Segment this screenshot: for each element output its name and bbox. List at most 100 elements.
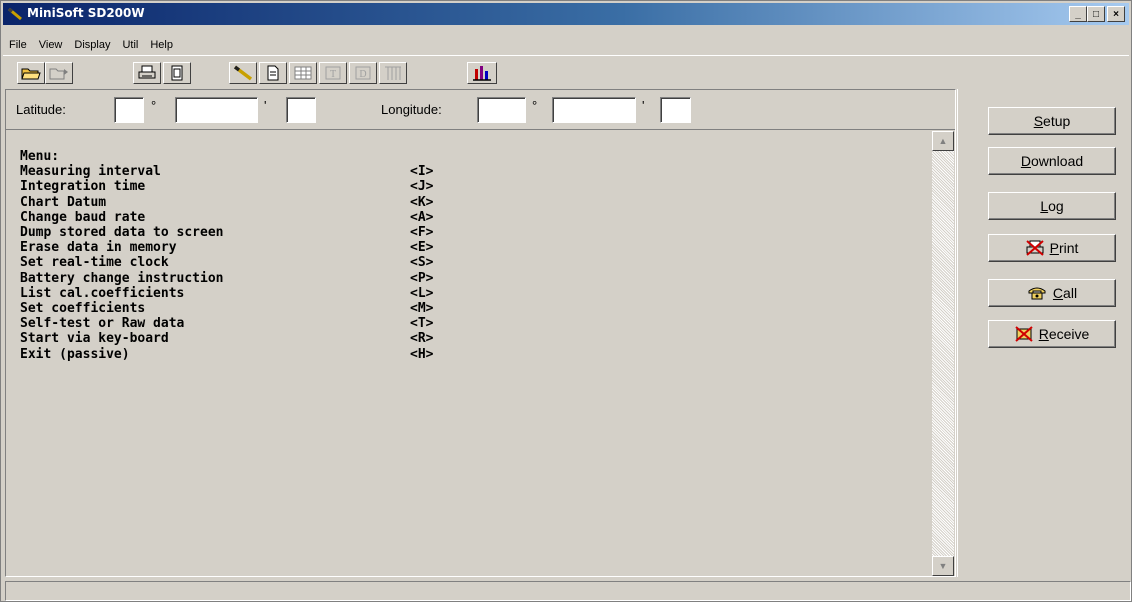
page-icon <box>171 65 183 81</box>
console-menu-line: Dump stored data to screen <F> <box>20 225 932 240</box>
longitude-degrees-input[interactable] <box>477 97 526 123</box>
minimize-button[interactable]: _ <box>1069 6 1087 22</box>
table-button[interactable] <box>289 62 317 84</box>
svg-text:D: D <box>359 69 366 80</box>
maximize-button[interactable]: □ <box>1087 6 1105 22</box>
menu-option-label: Battery change instruction <box>20 270 224 286</box>
console-menu-line: Exit (passive) <H> <box>20 347 932 362</box>
menu-option-key: <T> <box>410 316 434 332</box>
console-menu-line: Self-test or Raw data <T> <box>20 316 932 331</box>
close-button[interactable]: × <box>1107 6 1125 22</box>
download-button[interactable]: Download <box>988 147 1116 175</box>
open-file-icon <box>49 68 68 80</box>
d-button[interactable]: D <box>349 62 377 84</box>
longitude-minute-symbol: ' <box>642 98 645 113</box>
menu-option-key: <K> <box>410 194 434 210</box>
grid-button[interactable] <box>379 62 407 84</box>
d-icon: D <box>355 66 371 80</box>
document-icon <box>267 65 279 81</box>
longitude-minutes-input[interactable] <box>552 97 636 123</box>
menu-option-key: <E> <box>410 240 434 256</box>
menu-option-label: Exit (passive) <box>20 346 130 362</box>
console-menu-line: Start via key-board <R> <box>20 331 932 346</box>
menu-option-label: Erase data in memory <box>20 240 177 256</box>
console-menu-line: Chart Datum <K> <box>20 195 932 210</box>
main-panel: Latitude: ° ' Longitude: ° ' Menu: Measur… <box>5 89 956 577</box>
menu-util[interactable]: Util <box>116 35 144 55</box>
open-file-button[interactable] <box>45 62 73 84</box>
menu-option-key: <L> <box>410 285 434 301</box>
terminal-output[interactable]: Menu: Measuring interval <I> Integration ti… <box>6 131 932 576</box>
menu-option-key: <I> <box>410 164 434 180</box>
menu-option-key: <S> <box>410 255 434 271</box>
printer-icon <box>138 65 156 79</box>
print-toolbar-button[interactable] <box>133 62 161 84</box>
menu-option-label: Start via key-board <box>20 331 169 347</box>
latitude-seconds-input[interactable] <box>286 97 316 123</box>
log-button[interactable]: Log <box>988 192 1116 220</box>
receive-button[interactable]: Receive <box>988 320 1116 348</box>
svg-text:T: T <box>330 69 336 80</box>
scroll-down-button[interactable]: ▼ <box>932 556 954 576</box>
console-menu-line: List cal.coefficients <L> <box>20 286 932 301</box>
document-button[interactable] <box>259 62 287 84</box>
button-label: Download <box>1020 153 1084 169</box>
longitude-seconds-input[interactable] <box>660 97 691 123</box>
menu-option-label: Set real-time clock <box>20 255 169 271</box>
menu-file[interactable]: File <box>3 35 33 55</box>
menu-option-label: List cal.coefficients <box>20 285 185 301</box>
menu-option-key: <F> <box>410 225 434 241</box>
menu-option-label: Set coefficients <box>20 301 146 317</box>
console-menu-line: Set coefficients <M> <box>20 301 932 316</box>
longitude-label: Longitude: <box>381 102 442 117</box>
pen-tool-button[interactable] <box>229 62 257 84</box>
menu-view[interactable]: View <box>33 35 69 55</box>
command-button-column: Setup Download Log Print Call Receive <box>957 89 1129 577</box>
menu-option-key: <J> <box>410 179 434 195</box>
console-menu-line: Erase data in memory <E> <box>20 240 932 255</box>
latitude-minute-symbol: ' <box>264 98 267 113</box>
scroll-up-button[interactable]: ▲ <box>932 131 954 151</box>
page-button[interactable] <box>163 62 191 84</box>
menu-option-key: <H> <box>410 346 434 362</box>
menu-option-label: Integration time <box>20 179 146 195</box>
pen-app-icon <box>8 7 22 21</box>
window-controls: _ □ × <box>1069 6 1125 22</box>
latitude-degree-symbol: ° <box>151 98 157 113</box>
title-bar[interactable]: MiniSoft SD200W _ □ × <box>3 3 1129 25</box>
button-label: Receive <box>1038 326 1090 342</box>
open-folder-icon <box>21 68 41 80</box>
button-label: Print <box>1049 240 1079 256</box>
console-menu-line: Measuring interval <I> <box>20 164 932 179</box>
button-label: Log <box>1040 198 1064 214</box>
pen-icon <box>233 65 253 81</box>
latitude-degrees-input[interactable] <box>114 97 144 123</box>
t-icon: T <box>325 66 341 80</box>
print-button[interactable]: Print <box>988 234 1116 262</box>
console-menu-line: Battery change instruction <P> <box>20 271 932 286</box>
app-window: MiniSoft SD200W _ □ × File View Display … <box>0 0 1132 602</box>
chart-button[interactable] <box>467 62 497 84</box>
vertical-scrollbar[interactable]: ▲ ▼ <box>932 131 954 576</box>
console-menu-line: Set real-time clock <S> <box>20 255 932 270</box>
latitude-minutes-input[interactable] <box>175 97 258 123</box>
menu-option-label: Self-test or Raw data <box>20 316 185 332</box>
call-button[interactable]: Call <box>988 279 1116 307</box>
open-folder-button[interactable] <box>17 62 45 84</box>
menu-option-key: <P> <box>410 270 434 286</box>
button-label: Setup <box>1033 113 1071 129</box>
telephone-icon <box>1027 286 1047 300</box>
menu-option-key: <A> <box>410 209 434 225</box>
menu-help[interactable]: Help <box>144 35 179 55</box>
menu-option-label: Change baud rate <box>20 209 146 225</box>
receive-crossed-icon <box>1015 326 1033 342</box>
console-menu-line: Change baud rate <A> <box>20 210 932 225</box>
window-title: MiniSoft SD200W <box>27 6 145 20</box>
menu-option-label: Measuring interval <box>20 164 161 180</box>
grid-icon <box>385 66 401 80</box>
setup-button[interactable]: Setup <box>988 107 1116 135</box>
coordinates-bar: Latitude: ° ' Longitude: ° ' <box>6 90 955 130</box>
menu-display[interactable]: Display <box>68 35 116 55</box>
t-button[interactable]: T <box>319 62 347 84</box>
console-heading: Menu: <box>20 149 60 164</box>
